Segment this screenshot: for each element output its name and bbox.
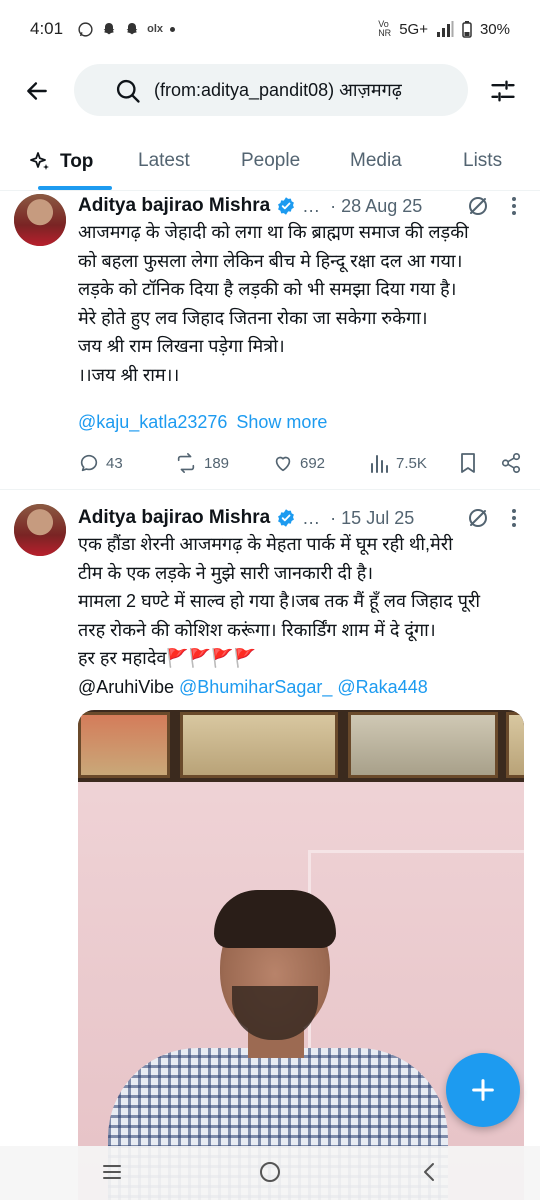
more-vertical-icon[interactable]: [504, 194, 524, 218]
dot-icon: [170, 26, 175, 32]
tweet-text-line: लड़के को टॉनिक दिया है लड़की को भी समझा …: [78, 279, 457, 299]
whatsapp-icon: [78, 21, 93, 37]
search-header: (from:aditya_pandit08) आज़मगढ़: [0, 64, 540, 118]
photo-frames: [78, 710, 524, 782]
tweet-text-line: टीम के एक लड़के ने मुझे सारी जानकारी दी …: [78, 562, 374, 583]
snapchat-icon: [103, 23, 115, 35]
sparkle-icon: [30, 152, 49, 170]
mention-link[interactable]: @kaju_katla23276: [78, 412, 227, 432]
tab-media[interactable]: Media: [350, 150, 402, 172]
mention-link[interactable]: @BhumiharSagar_: [179, 677, 332, 697]
repost-count: 189: [204, 454, 230, 472]
name-ellipsis: …: [302, 507, 321, 528]
author-name[interactable]: Aditya bajirao Mishra: [78, 507, 270, 529]
verified-badge-icon: [276, 196, 296, 216]
mention-text[interactable]: @AruhiVibe: [78, 677, 174, 697]
avatar[interactable]: [14, 504, 66, 556]
back-button[interactable]: [18, 72, 56, 110]
share-button[interactable]: [500, 452, 522, 474]
tweet-text: एक हौंडा शेरनी आजमगढ़ के मेहता पार्क में…: [78, 530, 528, 701]
repost-icon: [177, 453, 195, 473]
verified-badge-icon: [276, 508, 296, 528]
olx-icon: olx: [147, 23, 163, 35]
system-back-button[interactable]: [418, 1160, 442, 1189]
bookmark-icon: [461, 453, 475, 473]
tab-top[interactable]: Top: [28, 150, 93, 174]
mention-line: @kaju_katla23276 Show more: [78, 412, 327, 433]
tweet-text-line: ।।जय श्री राम।।: [78, 364, 180, 385]
search-tabs: Top Latest People Media Lists: [0, 138, 540, 190]
tab-lists[interactable]: Lists: [463, 150, 502, 172]
reply-button[interactable]: 43: [78, 452, 123, 474]
tweet-date[interactable]: · 28 Aug 25: [330, 196, 422, 217]
search-filter-button[interactable]: [486, 74, 520, 108]
heart-icon: [275, 456, 291, 472]
tweet-text-line: मेरे होते हुए लव जिहाद जितना रोका जा सके…: [78, 307, 428, 328]
grok-icon[interactable]: [466, 194, 490, 218]
share-icon: [501, 453, 521, 473]
tweet-text: आजमगढ़ के जेहादी को लगा था कि ब्राह्मण स…: [78, 218, 528, 389]
grok-icon[interactable]: [466, 506, 490, 530]
bookmark-button[interactable]: [458, 452, 478, 474]
tweet-header: Aditya bajirao Mishra … · 15 Jul 25: [78, 504, 518, 532]
reply-count: 43: [106, 454, 123, 472]
tweet-header: Aditya bajirao Mishra … · 28 Aug 25: [78, 192, 518, 220]
mention-link[interactable]: @Raka448: [337, 677, 427, 697]
views-icon: [371, 455, 388, 473]
snapchat-icon: [126, 23, 138, 35]
tweet-text-line: एक हौंडा शेरनी आजमगढ़ के मेहता पार्क में…: [78, 534, 453, 554]
mention-line: @AruhiVibe @BhumiharSagar_ @Raka448: [78, 673, 528, 702]
more-vertical-icon[interactable]: [504, 506, 524, 530]
battery-icon: [462, 20, 472, 38]
tweet-text-line: आजमगढ़ के जेहादी को लगा था कि ब्राह्मण स…: [78, 222, 469, 242]
views-button[interactable]: 7.5K: [370, 452, 427, 474]
status-time: 4:01: [30, 19, 64, 38]
battery-percent: 30%: [479, 20, 510, 38]
home-circle-icon: [260, 1162, 280, 1182]
network-type: 5G+: [399, 20, 428, 38]
show-more-link[interactable]: Show more: [236, 412, 327, 432]
like-button[interactable]: 692: [272, 452, 325, 474]
sliders-icon: [491, 80, 515, 102]
search-icon: [116, 79, 140, 103]
volte-tag: Vo NR: [378, 19, 392, 38]
view-count: 7.5K: [396, 454, 427, 472]
signal-icon: [436, 21, 454, 37]
search-input[interactable]: (from:aditya_pandit08) आज़मगढ़: [74, 64, 468, 116]
compose-button[interactable]: [446, 1053, 520, 1127]
tab-people[interactable]: People: [241, 150, 300, 172]
tab-top-label: Top: [60, 151, 94, 172]
tweet-date[interactable]: · 15 Jul 25: [330, 508, 414, 529]
status-bar: 4:01 olx Vo NR 5G+ 30%: [0, 0, 540, 58]
tweet-text-line: जय श्री राम लिखना पड़ेगा मित्रो।: [78, 336, 285, 356]
recent-apps-button[interactable]: [100, 1160, 124, 1189]
name-ellipsis: …: [302, 195, 321, 216]
system-nav-bar: [0, 1146, 540, 1200]
tweet-text-line: मामला 2 घण्टे में साल्व हो गया है।जब तक …: [78, 591, 480, 611]
reply-icon: [80, 454, 98, 472]
chevron-left-icon: [424, 1163, 434, 1181]
repost-button[interactable]: 189: [174, 452, 229, 474]
search-query: (from:aditya_pandit08) आज़मगढ़: [154, 80, 402, 100]
arrow-left-icon: [27, 82, 47, 100]
notification-icons: olx: [77, 21, 175, 38]
avatar[interactable]: [14, 194, 66, 246]
tweet-media-photo[interactable]: [78, 710, 524, 1200]
home-button[interactable]: [258, 1160, 282, 1189]
tweet-text-line: हर हर महादेव🚩🚩🚩🚩: [78, 648, 257, 668]
author-name[interactable]: Aditya bajirao Mishra: [78, 195, 270, 217]
tweet-text-line: तरह रोकने की कोशिश करूंगा। रिकार्डिंग शा…: [78, 619, 436, 640]
tweet-actions: 43 189 692 7.5K: [78, 452, 528, 476]
plus-icon: [472, 1079, 494, 1101]
like-count: 692: [300, 454, 326, 472]
tweet[interactable]: Aditya bajirao Mishra … · 28 Aug 25 आजमग…: [0, 190, 540, 490]
tweet-text-line: को बहला फुसला लेगा लेकिन बीच मे हिन्दू र…: [78, 250, 463, 271]
recent-apps-icon: [103, 1165, 121, 1179]
tab-latest[interactable]: Latest: [138, 150, 190, 172]
